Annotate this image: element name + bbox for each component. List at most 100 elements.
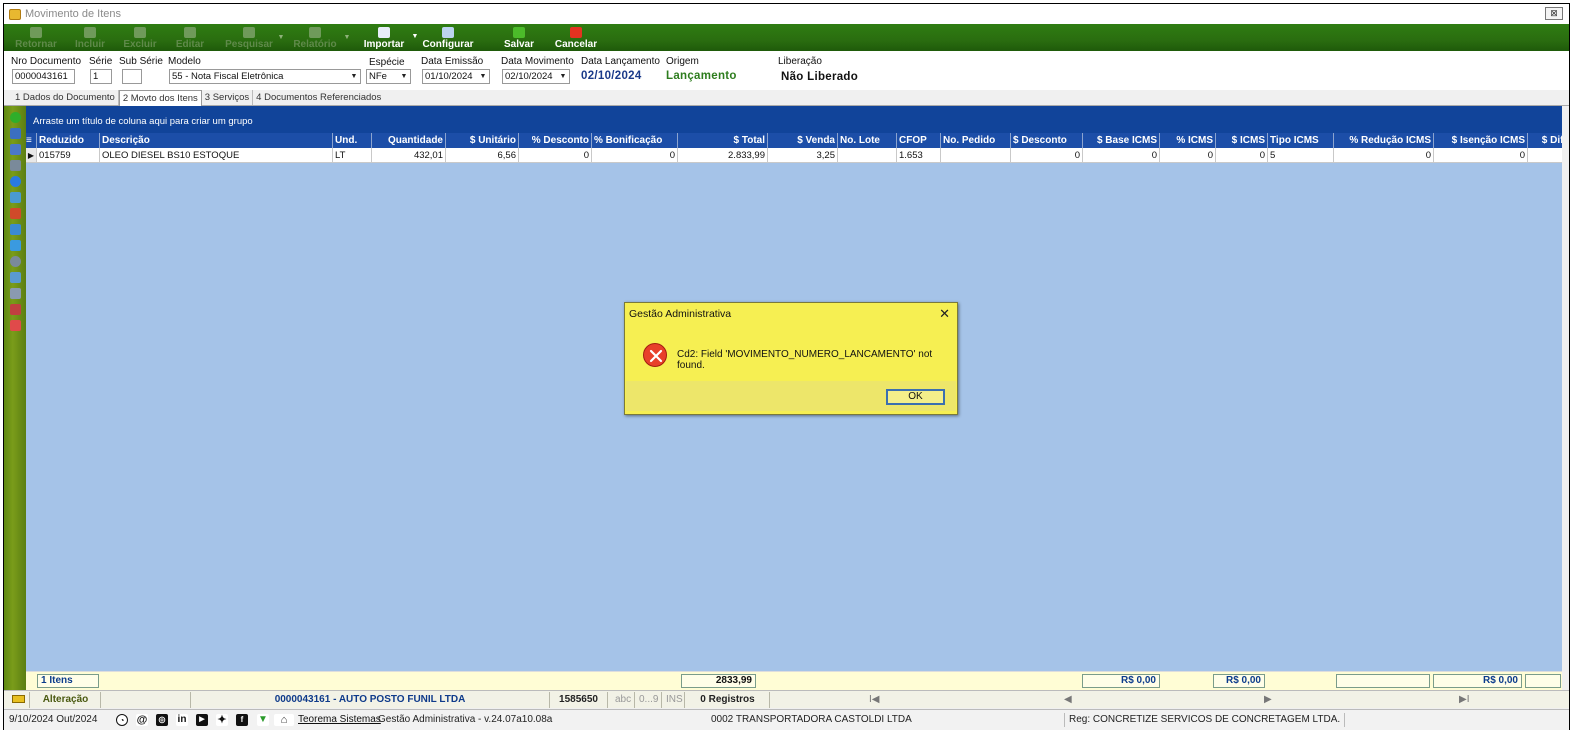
editar-button[interactable]: Editar [170,24,210,51]
cell-descricao[interactable]: OLEO DIESEL BS10 ESTOQUE [100,148,333,163]
column-header[interactable]: $ Desconto [1011,133,1083,148]
retornar-button[interactable]: Retornar [12,24,60,51]
modelo-select[interactable]: 55 - Nota Fiscal Eletrônica ▼ [169,69,361,84]
book-icon[interactable] [9,208,21,219]
bookmark-icon[interactable] [9,240,21,251]
linkedin-icon[interactable]: in [176,714,188,726]
cell-isencao-icms[interactable]: 0 [1434,148,1528,163]
column-header[interactable]: % Bonificação [592,133,678,148]
cell-venda[interactable]: 3,25 [768,148,838,163]
table-icon[interactable] [9,192,21,203]
cell-lote[interactable] [838,148,897,163]
column-header[interactable]: Reduzido [37,133,100,148]
tab-documentos-referenciados[interactable]: 4 Documentos Referenciados [253,90,384,105]
column-header[interactable]: $ Unitário [446,133,519,148]
first-record-button[interactable]: I◀ [866,692,882,708]
row-selector-icon[interactable]: ▶ [26,148,37,163]
youtube-icon[interactable]: ▶ [196,714,208,726]
support-headset-icon[interactable]: ◔ [116,714,128,726]
print-icon[interactable] [9,144,21,155]
grid-header: ≡ Reduzido Descrição Und. Quantidade $ U… [26,133,1562,148]
ok-button[interactable]: OK [886,389,945,405]
cell-quantidade[interactable]: 432,01 [372,148,446,163]
teorema-logo-icon[interactable]: ▼ [257,714,269,726]
cell-icms[interactable]: 0 [1216,148,1268,163]
cell-reducao-icms[interactable]: 0 [1334,148,1434,163]
cell-dife[interactable] [1528,148,1562,163]
column-header[interactable]: No. Pedido [941,133,1011,148]
column-header[interactable]: $ Dife [1528,133,1562,148]
incluir-button[interactable]: Incluir [70,24,110,51]
list-icon[interactable] [9,272,21,283]
instagram-icon[interactable]: ◎ [156,714,168,726]
column-header[interactable]: $ ICMS [1216,133,1268,148]
email-at-icon[interactable]: @ [136,714,148,726]
facebook-icon[interactable]: f [236,714,248,726]
cell-bonificacao[interactable]: 0 [592,148,678,163]
pesquisar-button[interactable]: Pesquisar [222,24,276,51]
especie-select[interactable]: NFe ▼ [366,69,411,84]
salvar-button[interactable]: Salvar [500,24,538,51]
teorema-link[interactable]: Teorema Sistemas [298,713,381,727]
column-header[interactable]: % Desconto [519,133,592,148]
data-emissao-field[interactable]: 01/10/2024 ▼ [422,69,490,84]
column-header[interactable]: CFOP [897,133,941,148]
excluir-button[interactable]: Excluir [120,24,160,51]
twitter-icon[interactable]: ✦ [216,714,228,726]
grid-icon[interactable] [9,224,21,235]
edit-item-icon[interactable] [9,128,21,139]
dialog-close-button[interactable]: ✕ [939,306,950,322]
cell-total[interactable]: 2.833,99 [678,148,768,163]
sub-serie-field[interactable] [122,69,142,84]
tab-servicos[interactable]: 3 Serviços [202,90,254,105]
column-header[interactable]: $ Isenção ICMS [1434,133,1528,148]
truck-icon[interactable] [9,304,21,315]
cell-cfop[interactable]: 1.653 [897,148,941,163]
group-by-bar[interactable]: Arraste um título de coluna aqui para cr… [26,106,1562,133]
serie-field[interactable]: 1 [90,69,112,84]
importar-dropdown[interactable]: ▼ [410,24,420,51]
gear-icon[interactable] [9,256,21,267]
graduation-cap-icon[interactable]: ⌂ [274,714,294,726]
importar-button[interactable]: Importar [358,24,410,51]
cell-tipo-icms[interactable]: 5 [1268,148,1334,163]
column-header[interactable]: Tipo ICMS [1268,133,1334,148]
configurar-button[interactable]: Configurar [420,24,476,51]
cell-pedido[interactable] [941,148,1011,163]
table-row[interactable]: ▶ 015759 OLEO DIESEL BS10 ESTOQUE LT 432… [26,148,1562,163]
cell-base-icms[interactable]: 0 [1083,148,1160,163]
cell-reduzido[interactable]: 015759 [37,148,100,163]
column-header[interactable]: Descrição [100,133,333,148]
pesquisar-dropdown[interactable]: ▼ [276,24,286,51]
relatorio-button[interactable]: Relatório [288,24,342,51]
tab-movto-itens[interactable]: 2 Movto dos Itens [118,90,202,106]
cell-desconto-pct[interactable]: 0 [519,148,592,163]
tools-icon[interactable] [9,160,21,171]
data-movimento-field[interactable]: 02/10/2024 ▼ [502,69,570,84]
add-item-icon[interactable] [9,112,21,123]
window-close-button[interactable]: ⊠ [1545,7,1563,20]
column-header[interactable]: $ Base ICMS [1083,133,1160,148]
session-date: 9/10/2024 Out/2024 [9,714,98,725]
prev-record-button[interactable]: ◀ [1061,692,1075,708]
cell-und[interactable]: LT [333,148,372,163]
cell-unitario[interactable]: 6,56 [446,148,519,163]
nro-documento-field[interactable]: 0000043161 [12,69,75,84]
column-header[interactable]: % Redução ICMS [1334,133,1434,148]
cell-icms-pct[interactable]: 0 [1160,148,1216,163]
relatorio-dropdown[interactable]: ▼ [342,24,352,51]
column-header[interactable]: No. Lote [838,133,897,148]
cancelar-button[interactable]: Cancelar [554,24,598,51]
column-header[interactable]: $ Venda [768,133,838,148]
info-icon[interactable] [9,176,21,187]
cell-desconto[interactable]: 0 [1011,148,1083,163]
column-header[interactable]: Und. [333,133,372,148]
calculator-icon[interactable] [9,320,21,331]
last-record-button[interactable]: ▶I [1456,692,1472,708]
tab-dados-documento[interactable]: 1 Dados do Documento [12,90,119,105]
next-record-button[interactable]: ▶ [1261,692,1275,708]
column-header[interactable]: Quantidade [372,133,446,148]
column-header[interactable]: % ICMS [1160,133,1216,148]
column-header[interactable]: $ Total [678,133,768,148]
map-icon[interactable] [9,288,21,299]
